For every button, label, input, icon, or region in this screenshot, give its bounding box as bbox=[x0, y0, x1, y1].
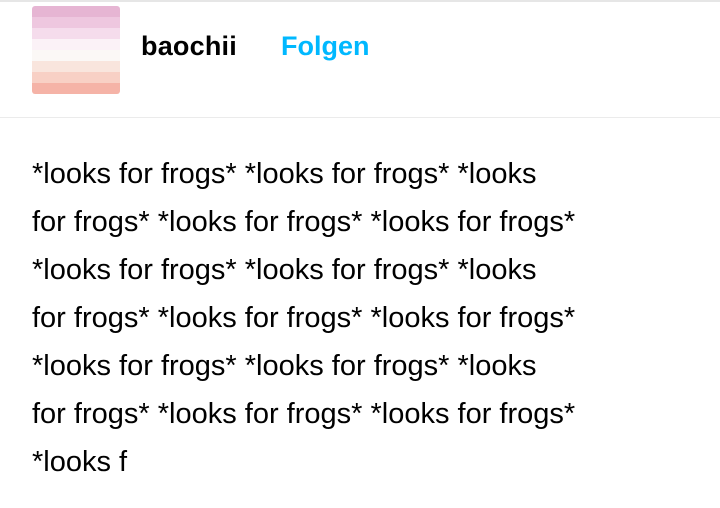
avatar[interactable] bbox=[32, 6, 120, 94]
avatar-stripe bbox=[32, 50, 120, 61]
avatar-stripe bbox=[32, 28, 120, 39]
avatar-stripe bbox=[32, 6, 120, 17]
post-text-line: *looks for frogs* *looks for frogs* *loo… bbox=[32, 350, 537, 382]
avatar-stripe bbox=[32, 17, 120, 28]
post-text-line: *looks for frogs* *looks for frogs* *loo… bbox=[32, 254, 537, 286]
post-text-line: *looks f bbox=[32, 446, 128, 478]
post-header: baochii Folgen bbox=[0, 2, 720, 118]
post-text-line: for frogs* *looks for frogs* *looks for … bbox=[32, 206, 576, 238]
avatar-stripe bbox=[32, 39, 120, 50]
avatar-stripe bbox=[32, 72, 120, 83]
post-body: *looks for frogs* *looks for frogs* *loo… bbox=[32, 150, 692, 486]
post-text-line: *looks for frogs* *looks for frogs* *loo… bbox=[32, 158, 537, 190]
username-link[interactable]: baochii bbox=[141, 30, 237, 62]
follow-button[interactable]: Folgen bbox=[281, 30, 370, 62]
post-text-line: for frogs* *looks for frogs* *looks for … bbox=[32, 398, 576, 430]
post-text-line: for frogs* *looks for frogs* *looks for … bbox=[32, 302, 576, 334]
avatar-stripe bbox=[32, 61, 120, 72]
avatar-stripe bbox=[32, 83, 120, 94]
